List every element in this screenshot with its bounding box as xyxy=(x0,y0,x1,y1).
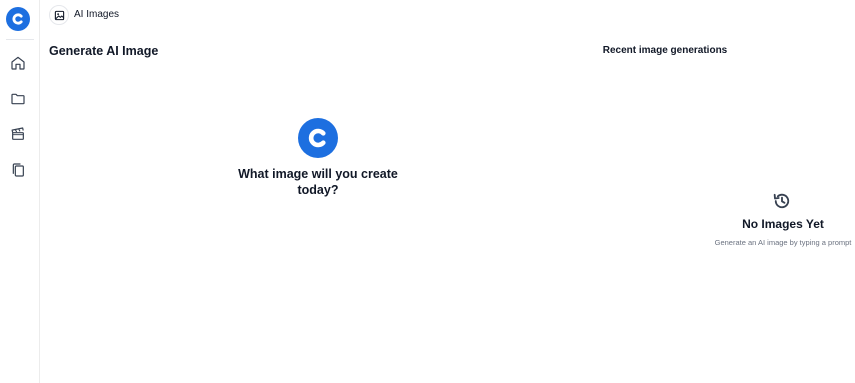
breadcrumb-label: AI Images xyxy=(74,9,120,20)
logo-c-icon xyxy=(12,13,23,25)
sidebar-item-home[interactable] xyxy=(8,53,28,73)
hero-prompt: What image will you create today? xyxy=(238,167,398,197)
sidebar xyxy=(0,0,40,383)
sidebar-item-video[interactable] xyxy=(8,124,28,144)
sidebar-item-documents[interactable] xyxy=(8,160,28,180)
logo-c-icon xyxy=(308,128,326,148)
empty-state-subtitle: Generate an AI image by typing a prompt xyxy=(714,238,852,247)
page-title: Generate AI Image xyxy=(49,44,159,58)
clapperboard-icon xyxy=(11,127,24,140)
copy-icon xyxy=(12,163,24,177)
folder-icon xyxy=(11,93,25,105)
breadcrumb-icon-button[interactable] xyxy=(49,5,69,25)
home-icon xyxy=(11,56,25,70)
app-window: AI Images Generate AI Image What image w… xyxy=(0,0,855,383)
sidebar-divider xyxy=(6,39,34,40)
hero-logo xyxy=(298,118,338,158)
app-logo[interactable] xyxy=(6,7,30,31)
sidebar-item-folder[interactable] xyxy=(8,89,28,109)
empty-state-title: No Images Yet xyxy=(742,217,824,231)
image-icon xyxy=(54,10,64,20)
history-icon xyxy=(772,191,792,211)
recent-generations-title: Recent image generations xyxy=(602,45,728,56)
